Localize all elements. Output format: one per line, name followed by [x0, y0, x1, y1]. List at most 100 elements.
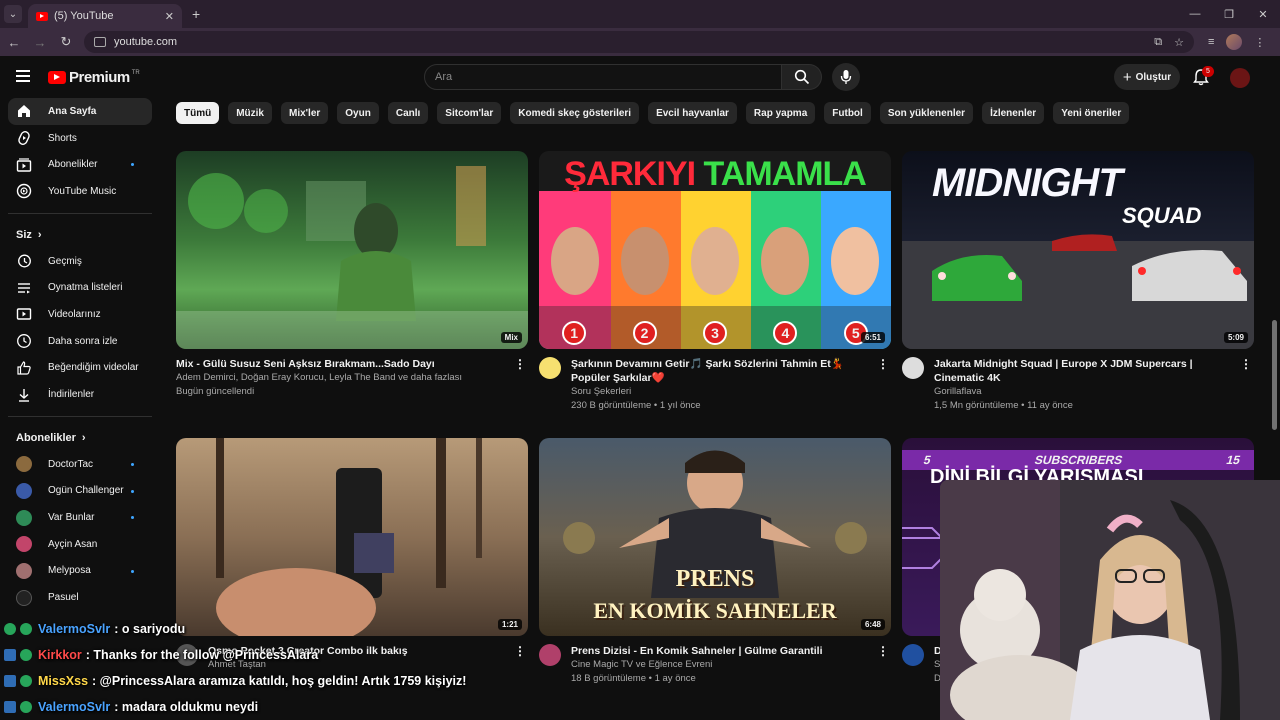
sidebar-item-label: İndirilenler — [48, 389, 95, 401]
playlist-icon — [16, 280, 32, 296]
chat-username: ValermoSvlr — [38, 622, 111, 636]
video-duration: 5:09 — [1223, 332, 1248, 343]
sidebar-item-playlists[interactable]: Oynatma listeleri — [0, 274, 160, 301]
video-card[interactable]: MIDNIGHT SQUAD 5:09 Jakarta Midnight Squ… — [902, 151, 1254, 413]
create-button[interactable]: + Oluştur — [1114, 64, 1180, 90]
sidebar-item-home[interactable]: Ana Sayfa — [8, 98, 152, 125]
reload-icon[interactable]: ↻ — [54, 34, 78, 50]
voice-search-button[interactable] — [832, 63, 860, 91]
new-tab-icon[interactable]: + — [192, 6, 200, 22]
search-icon — [794, 69, 809, 85]
chip[interactable]: Müzik — [228, 102, 272, 124]
sidebar-subscription[interactable]: Melyposa — [0, 558, 160, 585]
webcam-feed — [940, 480, 1280, 720]
tab-close-icon[interactable]: ✕ — [165, 10, 174, 23]
channel-name[interactable]: Gorillaflava — [934, 385, 1234, 399]
video-thumbnail[interactable]: ŞARKIYI TAMAMLA 1 2 3 4 5 6:51 — [539, 151, 891, 349]
menu-icon[interactable] — [16, 70, 30, 82]
page-scrollbar[interactable] — [1272, 320, 1277, 430]
search-button[interactable] — [782, 64, 822, 90]
install-app-icon[interactable]: ⧉ — [1154, 36, 1162, 49]
sidebar-item-label: Beğendiğim videolar — [48, 362, 139, 374]
back-icon[interactable]: ← — [2, 35, 26, 50]
address-bar[interactable]: youtube.com ⧉ ☆ — [84, 31, 1194, 53]
bookmark-star-icon[interactable]: ☆ — [1174, 36, 1184, 49]
browser-tab[interactable]: (5) YouTube ✕ — [28, 4, 182, 28]
video-thumbnail[interactable]: Mix — [176, 151, 528, 349]
sidebar-item-watch-later[interactable]: Daha sonra izle — [0, 328, 160, 355]
tab-title: (5) YouTube — [54, 10, 114, 22]
more-actions-icon[interactable]: ⋮ — [514, 357, 526, 371]
search-input[interactable]: Ara — [424, 64, 782, 90]
sidebar-subscription[interactable]: Ogün Challenger — [0, 478, 160, 505]
chip[interactable]: Komedi skeç gösterileri — [510, 102, 640, 124]
chip[interactable]: Sitcom'lar — [437, 102, 502, 124]
number-circle: 3 — [702, 321, 727, 345]
download-icon — [16, 387, 32, 403]
sidebar-subscription[interactable]: DoctorTac — [0, 451, 160, 478]
sidebar-item-subscriptions[interactable]: Abonelikler — [0, 151, 160, 178]
url-text: youtube.com — [114, 36, 177, 48]
video-title[interactable]: Mix - Gülü Susuz Seni Aşksız Bırakmam...… — [176, 357, 476, 371]
sidebar-item-history[interactable]: Geçmiş — [0, 248, 160, 275]
video-title[interactable]: Jakarta Midnight Squad | Europe X JDM Su… — [934, 357, 1234, 385]
sidebar-item-liked-videos[interactable]: Beğendiğim videolar — [0, 355, 160, 382]
channel-avatar — [16, 589, 32, 606]
channel-avatar[interactable] — [902, 357, 924, 379]
channel-name: Ayçin Asan — [48, 538, 98, 550]
more-actions-icon[interactable]: ⋮ — [1240, 357, 1252, 371]
browser-toolbar: ← → ↻ youtube.com ⧉ ☆ ≡ ⋮ — [0, 28, 1280, 56]
channel-avatar — [16, 456, 32, 473]
restore-icon[interactable]: ❐ — [1212, 8, 1246, 21]
profile-avatar[interactable] — [1226, 34, 1243, 50]
chip[interactable]: Futbol — [824, 102, 871, 124]
more-actions-icon[interactable]: ⋮ — [877, 357, 889, 371]
sidebar-item-youtube-music[interactable]: YouTube Music — [0, 178, 160, 205]
bot-badge-icon — [4, 701, 16, 713]
site-info-icon[interactable] — [94, 37, 106, 47]
sidebar-item-downloads[interactable]: İndirilenler — [0, 381, 160, 408]
video-thumbnail[interactable]: 1:21 — [176, 438, 528, 636]
tab-search-icon[interactable]: ⌄ — [4, 5, 22, 23]
video-card[interactable]: ŞARKIYI TAMAMLA 1 2 3 4 5 6:51 Şarkının … — [539, 151, 891, 413]
chip[interactable]: Evcil hayvanlar — [648, 102, 737, 124]
minimize-icon[interactable]: — — [1178, 8, 1212, 20]
sidebar-item-shorts[interactable]: Shorts — [0, 125, 160, 152]
chip[interactable]: Mix'ler — [281, 102, 329, 124]
channel-name[interactable]: Soru Şekerleri — [571, 385, 871, 399]
media-controls-icon[interactable]: ≡ — [1208, 36, 1214, 48]
video-title[interactable]: Şarkının Devamını Getir🎵 Şarkı Sözlerini… — [571, 357, 871, 385]
country-code: TR — [131, 69, 140, 76]
sidebar-subscription[interactable]: Ayçin Asan — [0, 531, 160, 558]
browser-menu-icon[interactable]: ⋮ — [1254, 36, 1265, 49]
sidebar-subscription[interactable]: Var Bunlar — [0, 504, 160, 531]
sidebar-item-label: YouTube Music — [48, 185, 117, 197]
chip[interactable]: Tümü — [176, 102, 220, 124]
forward-icon[interactable]: → — [28, 35, 52, 50]
microphone-icon — [840, 70, 852, 84]
youtube-logo[interactable]: Premium TR — [48, 69, 140, 86]
channel-avatar[interactable] — [539, 357, 561, 379]
chip[interactable]: İzlenenler — [982, 102, 1045, 124]
number-circle: 1 — [562, 321, 587, 345]
sidebar-item-your-videos[interactable]: Videolarınız — [0, 301, 160, 328]
chip[interactable]: Oyun — [337, 102, 379, 124]
chip[interactable]: Son yüklenenler — [879, 102, 974, 124]
sidebar-subscriptions-header[interactable]: Abonelikler › — [0, 425, 160, 451]
chevron-right-icon: › — [81, 431, 86, 444]
video-thumbnail[interactable]: MIDNIGHT SQUAD 5:09 — [902, 151, 1254, 349]
account-avatar[interactable] — [1230, 68, 1250, 88]
sidebar-you-header[interactable]: Siz › — [0, 222, 160, 248]
chip[interactable]: Canlı — [387, 102, 429, 124]
chip[interactable]: Rap yapma — [745, 102, 816, 124]
window-close-icon[interactable]: ✕ — [1246, 8, 1280, 21]
chip[interactable]: Yeni öneriler — [1053, 102, 1130, 124]
chat-text: : @PrincessAlara aramıza katıldı, hoş ge… — [92, 674, 467, 688]
headline-word-1: ŞARKIYI — [564, 155, 696, 193]
video-thumbnail[interactable]: PRENS EN KOMİK SAHNELER 6:48 — [539, 438, 891, 636]
video-card[interactable]: Mix Mix - Gülü Susuz Seni Aşksız Bırakma… — [176, 151, 528, 399]
video-channels: Adem Demirci, Doğan Eray Korucu, Leyla T… — [176, 372, 463, 383]
sidebar-subscription[interactable]: Pasuel — [0, 584, 160, 611]
channel-avatar — [16, 482, 32, 499]
chat-message: ValermoSvlr : o sariyodu — [0, 616, 940, 642]
